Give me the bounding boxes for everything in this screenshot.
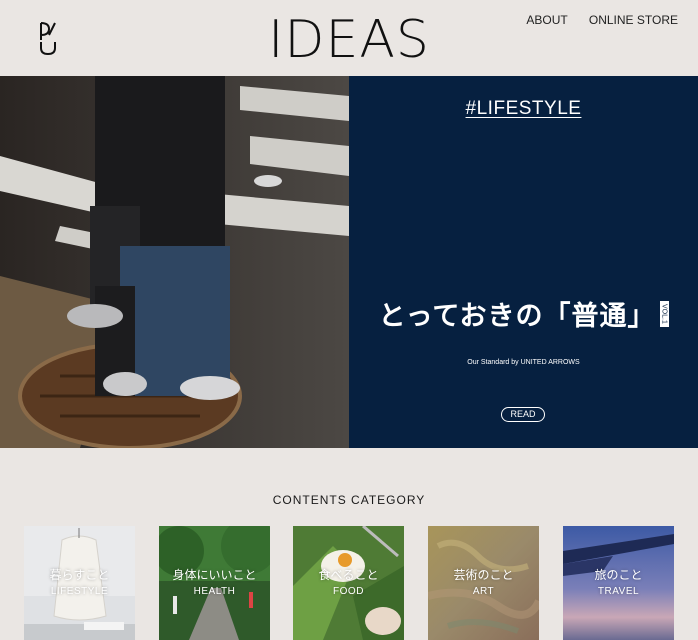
- category-en-label: FOOD: [333, 586, 364, 597]
- travel-image: [563, 526, 674, 640]
- hero-subtitle: Our Standard by UNITED ARROWS: [467, 359, 580, 366]
- hero-panel: #LIFESTYLE とっておきの「普通」 VOL.1 Our Standard…: [349, 76, 698, 448]
- read-button[interactable]: READ: [501, 407, 545, 422]
- food-image: [293, 526, 404, 640]
- volume-badge: VOL.1: [659, 300, 669, 327]
- site-header: IDEAS ABOUT ONLINE STORE: [0, 0, 698, 76]
- category-jp-label: 身体にいいこと: [172, 568, 257, 582]
- category-en-label: ART: [472, 586, 495, 597]
- category-jp-label: 食べること: [318, 568, 379, 582]
- category-card-food[interactable]: 食べること FOOD: [293, 526, 404, 640]
- hero-photo[interactable]: [0, 76, 349, 448]
- category-card-health[interactable]: 身体にいいこと HEALTH: [159, 526, 270, 640]
- hero-headline: とっておきの「普通」: [378, 301, 656, 332]
- category-en-label: TRAVEL: [597, 586, 640, 597]
- hero-tag-link[interactable]: #LIFESTYLE: [349, 98, 698, 120]
- category-card-lifestyle[interactable]: 暮らすこと LIFESTYLE: [24, 526, 135, 640]
- nav-online-store-link[interactable]: ONLINE STORE: [589, 13, 678, 27]
- hero-headline-group: とっておきの「普通」 VOL.1: [349, 294, 698, 333]
- nav-about-link[interactable]: ABOUT: [526, 13, 567, 27]
- lifestyle-image: [24, 526, 135, 640]
- category-list: 暮らすこと LIFESTYLE 身体にいいこと HEALTH 食べること FOO…: [24, 526, 675, 640]
- category-card-art[interactable]: 芸術のこと ART: [428, 526, 539, 640]
- category-jp-label: 暮らすこと: [49, 568, 110, 582]
- health-image: [159, 526, 270, 640]
- category-en-label: LIFESTYLE: [50, 586, 109, 597]
- category-jp-label: 芸術のこと: [453, 568, 514, 582]
- art-image: [428, 526, 539, 640]
- contents-category-title: CONTENTS CATEGORY: [272, 493, 426, 507]
- category-en-label: HEALTH: [193, 586, 236, 597]
- category-jp-label: 旅のこと: [594, 568, 643, 582]
- category-card-travel[interactable]: 旅のこと TRAVEL: [563, 526, 674, 640]
- hero-feature: #LIFESTYLE とっておきの「普通」 VOL.1 Our Standard…: [0, 76, 698, 448]
- top-nav: ABOUT ONLINE STORE: [508, 13, 678, 27]
